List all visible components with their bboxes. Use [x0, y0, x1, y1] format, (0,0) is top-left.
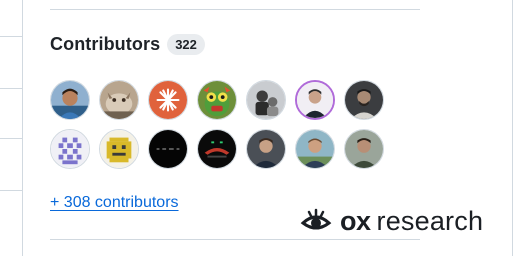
brand-name-light: research — [376, 205, 484, 236]
contributor-avatar-13[interactable] — [295, 129, 335, 169]
contributor-avatar-10[interactable] — [148, 129, 188, 169]
left-panel-divider — [0, 190, 22, 191]
left-panel-divider — [0, 138, 22, 139]
contributor-avatar-14[interactable] — [344, 129, 384, 169]
avatar-row — [50, 129, 400, 169]
contributors-title[interactable]: Contributors — [50, 34, 160, 55]
contributor-avatar-3[interactable] — [148, 80, 188, 120]
contributors-avatar-grid — [50, 80, 400, 178]
contributor-avatar-12[interactable] — [246, 129, 286, 169]
section-divider-bottom — [50, 239, 420, 240]
left-panel-divider — [0, 88, 22, 89]
avatar-row — [50, 80, 400, 120]
contributor-avatar-7[interactable] — [344, 80, 384, 120]
contributor-avatar-11[interactable] — [197, 129, 237, 169]
contributor-avatar-9[interactable] — [99, 129, 139, 169]
right-panel-edge — [512, 0, 526, 256]
contributors-header: Contributors 322 — [50, 34, 205, 55]
contributor-avatar-4[interactable] — [197, 80, 237, 120]
eye-icon — [300, 208, 332, 230]
more-contributors-link[interactable]: + 308 contributors — [50, 194, 179, 212]
contributors-count-badge: 322 — [167, 34, 205, 55]
left-panel-divider — [0, 36, 22, 37]
contributor-avatar-6[interactable] — [295, 80, 335, 120]
brand-name-bold: ox — [340, 205, 371, 236]
section-divider-top — [50, 9, 420, 10]
left-panel-edge — [0, 0, 23, 256]
contributor-avatar-5[interactable] — [246, 80, 286, 120]
contributor-avatar-2[interactable] — [99, 80, 139, 120]
ox-research-watermark: ox research — [300, 205, 483, 237]
contributor-avatar-1[interactable] — [50, 80, 90, 120]
contributor-avatar-8[interactable] — [50, 129, 90, 169]
